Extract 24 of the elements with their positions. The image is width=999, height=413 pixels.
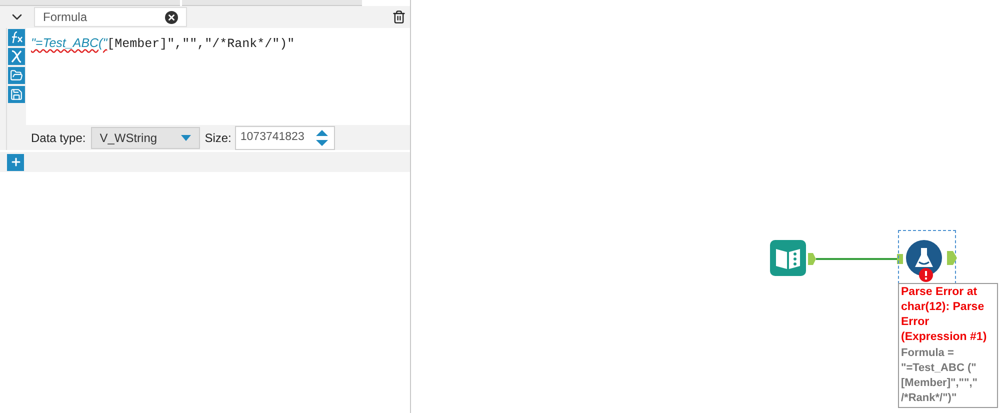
formula-flask-icon[interactable] [906,240,942,276]
formula-expression: "=Test_ABC("[Member]","","/*Rank*/")" [31,37,295,51]
size-label: Size: [204,130,232,146]
folder-icon[interactable] [8,67,25,84]
plus-icon [10,156,22,168]
data-type-label: Data type: [31,130,86,146]
save-icon[interactable] [8,86,25,103]
function-icon[interactable] [8,29,25,46]
variable-icon[interactable] [8,48,25,65]
size-spinbox[interactable]: 1073741823 [235,126,336,150]
clear-icon[interactable] [165,10,178,24]
formula-detail: Formula = "=Test_ABC ("[Member]",""," /*Rank*/")" [901,346,978,406]
spinner-arrows-icon[interactable] [316,130,328,146]
output-anchor-icon[interactable] [947,251,957,265]
delete-icon[interactable] [392,9,406,25]
error-message: Parse Error at char(12): Parse Error (Expression #1) [901,285,988,345]
add-expression-button[interactable] [7,154,24,170]
data-type-dropdown[interactable]: V_WString [90,126,200,148]
book-input-icon[interactable] [770,240,806,276]
output-column-field[interactable]: Formula [34,7,187,27]
expression-editor[interactable]: "=Test_ABC("[Member]","","/*Rank*/")" [26,28,410,125]
output-column-value: Formula [43,9,88,26]
dropdown-caret-icon [180,134,191,140]
size-value: 1073741823 [239,130,306,145]
